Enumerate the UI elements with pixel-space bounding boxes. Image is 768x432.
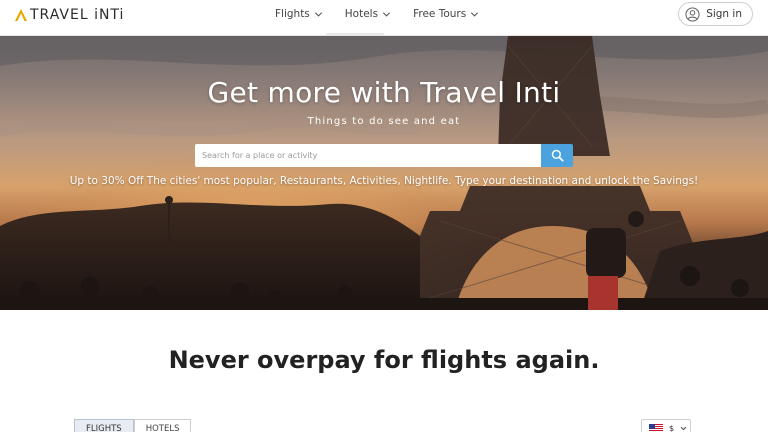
- sign-in-button[interactable]: Sign in: [678, 2, 753, 26]
- chevron-down-icon: [471, 11, 479, 17]
- logo-mark-icon: [15, 9, 27, 21]
- tab-flights[interactable]: FLIGHTS: [74, 419, 134, 432]
- nav-item-hotels[interactable]: Hotels: [345, 8, 391, 20]
- hero-banner: Get more with Travel Inti Things to do s…: [0, 36, 768, 310]
- logo-text: TRAVEL iNTi: [30, 7, 125, 23]
- chevron-down-icon: [314, 11, 322, 17]
- search-bar: [195, 144, 573, 167]
- search-icon: [551, 149, 564, 162]
- hero-promo-text: Up to 30% Off The cities' most popular, …: [69, 175, 699, 187]
- top-header: TRAVEL iNTi Flights Hotels Free Tours Si…: [0, 0, 768, 36]
- nav-label: Free Tours: [413, 8, 467, 20]
- currency-selector[interactable]: $: [641, 419, 691, 432]
- user-icon: [685, 6, 700, 22]
- main-nav: Flights Hotels Free Tours: [275, 0, 501, 28]
- tab-hotels[interactable]: HOTELS: [133, 419, 192, 432]
- sign-in-label: Sign in: [706, 8, 742, 20]
- nav-item-free-tours[interactable]: Free Tours: [413, 8, 479, 20]
- search-input[interactable]: [195, 144, 541, 167]
- nav-label: Hotels: [344, 8, 379, 20]
- nav-item-flights[interactable]: Flights: [275, 8, 323, 20]
- nav-label: Flights: [275, 8, 310, 20]
- search-button[interactable]: [541, 144, 573, 167]
- section-title: Never overpay for flights again.: [168, 346, 600, 374]
- hero-subtitle: Things to do see and eat: [307, 116, 461, 127]
- nav-active-underline: [326, 33, 384, 35]
- us-flag-icon: [649, 423, 663, 432]
- chevron-down-icon: [680, 426, 687, 430]
- currency-symbol: $: [669, 423, 675, 432]
- hero-title: Get more with Travel Inti: [207, 76, 561, 109]
- chevron-down-icon: [383, 11, 391, 17]
- logo[interactable]: TRAVEL iNTi: [14, 6, 124, 24]
- search-type-tabs: FLIGHTS HOTELS: [74, 419, 192, 432]
